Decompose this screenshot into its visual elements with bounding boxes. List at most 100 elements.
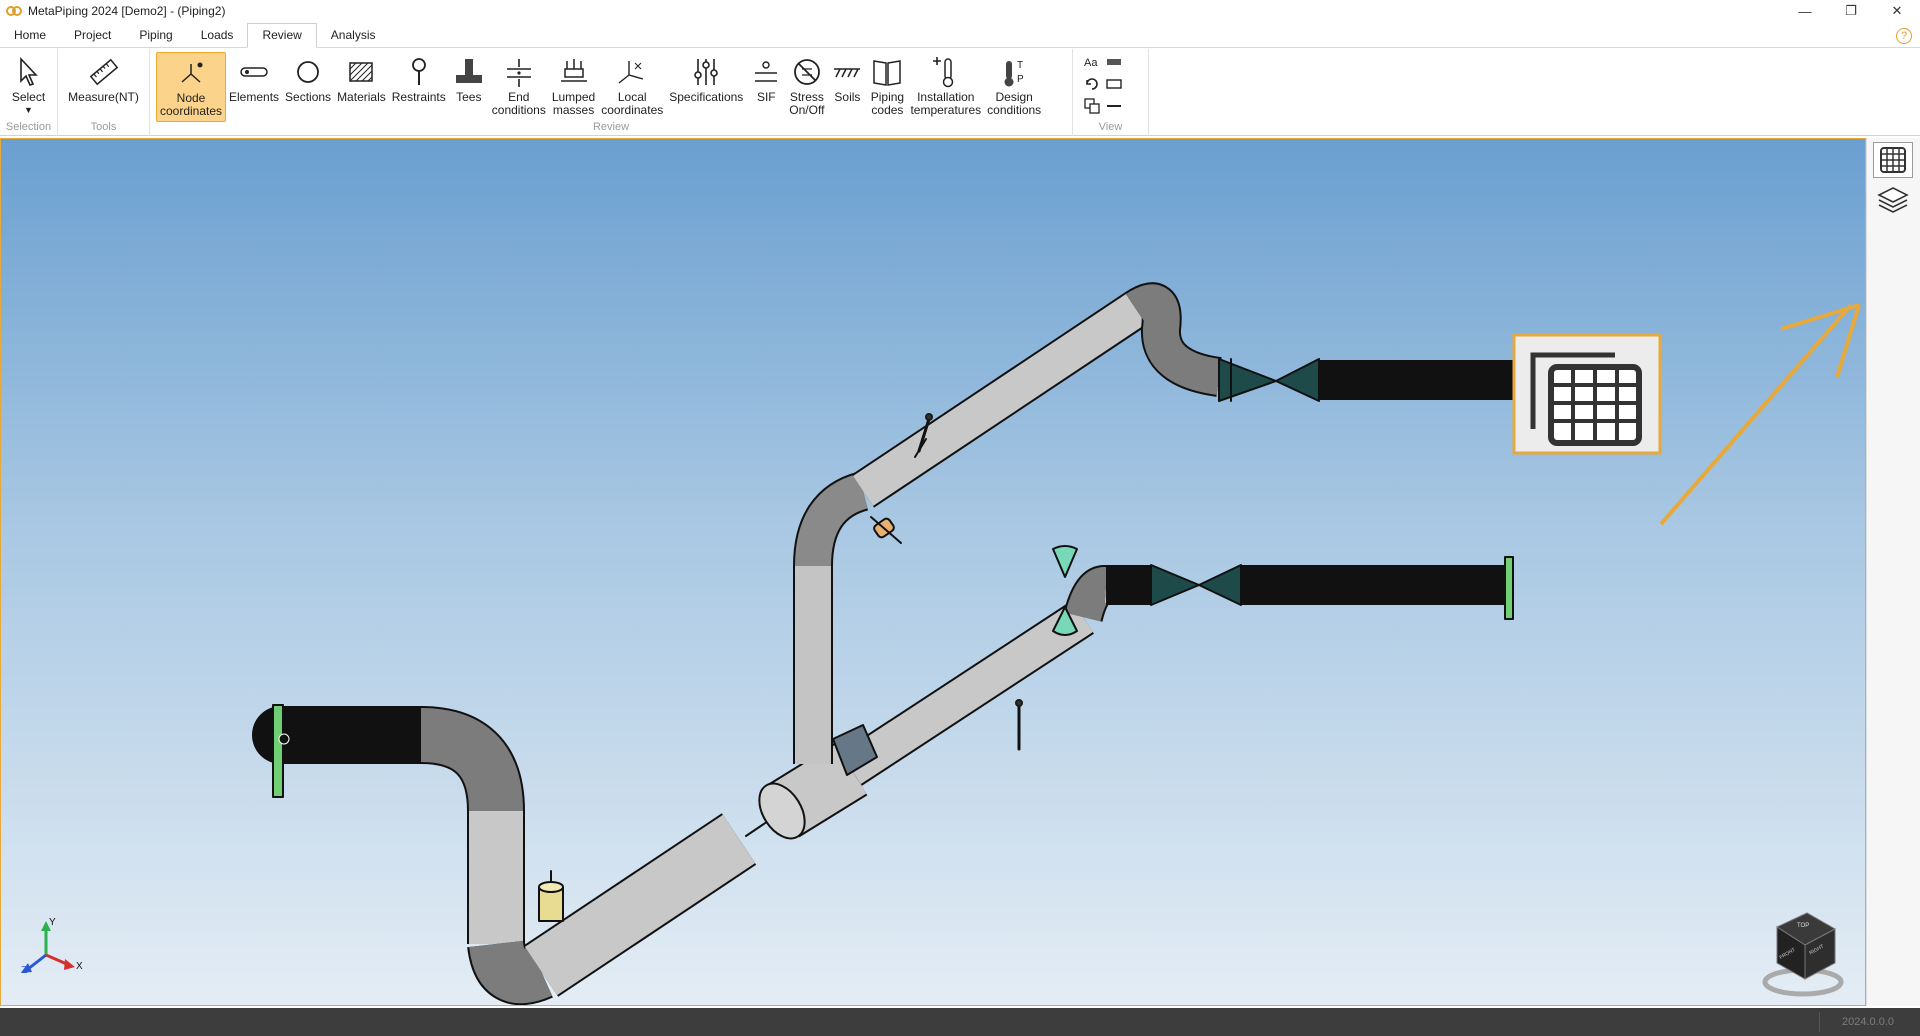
viewcube-top-label: TOP xyxy=(1797,923,1810,929)
lumped-masses-button[interactable]: Lumped masses xyxy=(549,52,598,122)
app-logo-icon xyxy=(6,6,22,16)
refresh-view-icon[interactable] xyxy=(1083,75,1105,97)
bar-display-icon[interactable] xyxy=(1105,53,1127,75)
svg-text:T: T xyxy=(1017,60,1023,71)
stress-onoff-button[interactable]: Stress On/Off xyxy=(786,52,827,122)
select-label: Select xyxy=(11,90,46,104)
materials-label: Materials xyxy=(337,90,386,104)
soil-icon xyxy=(834,68,861,78)
layers-icon xyxy=(1877,187,1909,213)
end-marker-origin[interactable] xyxy=(272,704,284,798)
valve-lower[interactable] xyxy=(1150,564,1200,606)
ribbon: Select ▼ Selection Measure(NT) Tools Nod… xyxy=(0,49,1920,136)
window-title: MetaPiping 2024 [Demo2] - (Piping2) xyxy=(28,4,226,18)
sections-label: Sections xyxy=(285,90,332,104)
node-icon xyxy=(181,62,203,83)
measure-button[interactable]: Measure(NT) xyxy=(65,52,142,122)
local-coordinates-label: Local coordinates xyxy=(601,90,664,117)
soils-button[interactable]: Soils xyxy=(827,52,867,122)
group-label-view: View xyxy=(1098,121,1123,133)
hatch-icon xyxy=(349,62,374,82)
restraint-icon xyxy=(411,58,426,85)
book-icon xyxy=(873,60,902,86)
elements-label: Elements xyxy=(229,90,280,104)
tees-label: Tees xyxy=(456,90,482,104)
cursor-icon xyxy=(19,56,38,86)
chevron-down-icon: ▼ xyxy=(24,105,33,115)
local-coordinates-button[interactable]: Local coordinates xyxy=(598,52,666,122)
axis-y-label: Y xyxy=(49,917,56,928)
restraint-cylinder[interactable] xyxy=(538,870,564,922)
sections-button[interactable]: Sections xyxy=(282,52,334,122)
tab-project[interactable]: Project xyxy=(60,24,125,47)
group-tools: Measure(NT) Tools xyxy=(58,49,150,136)
group-view: Aa View xyxy=(1073,49,1149,136)
axes-icon xyxy=(618,61,644,84)
circle-section-icon xyxy=(297,61,319,83)
status-bar: 2024.0.0.0 xyxy=(0,1008,1920,1036)
right-side-panel xyxy=(1866,138,1920,1006)
tab-analysis[interactable]: Analysis xyxy=(317,24,390,47)
stress-toggle-icon xyxy=(793,59,820,85)
materials-button[interactable]: Materials xyxy=(334,52,389,122)
version-label: 2024.0.0.0 xyxy=(1842,1016,1894,1028)
group-label-review: Review xyxy=(592,121,630,133)
restore-button[interactable]: ❐ xyxy=(1828,3,1874,19)
lumped-masses-label: Lumped masses xyxy=(551,90,596,117)
piping-codes-button[interactable]: Piping codes xyxy=(867,52,907,122)
tab-review[interactable]: Review xyxy=(247,23,317,48)
restraint-rod-lower[interactable] xyxy=(1015,699,1023,751)
end-conditions-button[interactable]: End conditions xyxy=(489,52,549,122)
sliders-icon xyxy=(694,59,719,85)
end-marker-lower[interactable] xyxy=(1504,556,1514,620)
tee-icon xyxy=(455,59,482,83)
end-conditions-label: End conditions xyxy=(491,90,546,117)
valve-upper[interactable] xyxy=(1218,358,1277,402)
installation-temperatures-button[interactable]: Installation temperatures xyxy=(907,52,984,122)
svg-text:Aa: Aa xyxy=(1084,57,1098,69)
group-selection: Select ▼ Selection xyxy=(0,49,58,136)
help-icon[interactable]: ? xyxy=(1896,28,1912,44)
pipe-element-icon xyxy=(240,67,268,77)
elements-button[interactable]: Elements xyxy=(226,52,282,122)
3d-viewport[interactable]: Origin Y X Z TOP FRONT RIGHT xyxy=(0,138,1866,1006)
node-coordinates-button[interactable]: Node coordinates xyxy=(156,52,226,122)
rectangle-display-icon[interactable] xyxy=(1105,75,1127,97)
group-label-selection: Selection xyxy=(5,121,52,133)
layers-panel-button[interactable] xyxy=(1873,182,1913,218)
close-button[interactable]: ✕ xyxy=(1874,3,1920,19)
line-display-icon[interactable] xyxy=(1105,97,1127,119)
tees-button[interactable]: Tees xyxy=(449,52,489,122)
group-label-tools: Tools xyxy=(90,121,117,133)
axis-triad xyxy=(21,921,75,973)
design-conditions-icon: TP xyxy=(1004,60,1024,87)
origin-marker[interactable] xyxy=(278,733,290,745)
specifications-button[interactable]: Specifications xyxy=(666,52,746,122)
axis-x-label: X xyxy=(76,961,83,972)
callout-table-icon xyxy=(1512,333,1662,455)
piping-codes-label: Piping codes xyxy=(870,90,905,117)
restraints-button[interactable]: Restraints xyxy=(389,52,449,122)
group-review: Node coordinates Elements Sections Mater… xyxy=(150,49,1073,136)
minimize-button[interactable]: — xyxy=(1782,4,1828,19)
title-bar: MetaPiping 2024 [Demo2] - (Piping2) — ❐ … xyxy=(0,0,1920,22)
specifications-label: Specifications xyxy=(669,90,744,104)
origin-label: Origin xyxy=(285,706,315,718)
thermometer-plus-icon xyxy=(932,57,954,88)
tab-home[interactable]: Home xyxy=(0,24,60,47)
table-panel-button[interactable] xyxy=(1873,142,1913,178)
copy-view-icon[interactable] xyxy=(1083,97,1105,119)
measure-label: Measure(NT) xyxy=(68,90,139,104)
table-icon xyxy=(1880,147,1906,173)
sif-button[interactable]: SIF xyxy=(746,52,786,122)
spring-hanger[interactable] xyxy=(870,516,902,544)
label-display-icon[interactable]: Aa xyxy=(1083,53,1105,75)
installation-temperatures-label: Installation temperatures xyxy=(910,90,982,117)
design-conditions-button[interactable]: TP Design conditions xyxy=(984,52,1044,122)
callout-arrow xyxy=(1659,303,1861,526)
tab-loads[interactable]: Loads xyxy=(187,24,248,47)
tab-piping[interactable]: Piping xyxy=(125,24,186,47)
end-condition-icon xyxy=(506,59,531,87)
ribbon-tabs: Home Project Piping Loads Review Analysi… xyxy=(0,23,1920,48)
select-button[interactable]: Select ▼ xyxy=(9,52,49,122)
